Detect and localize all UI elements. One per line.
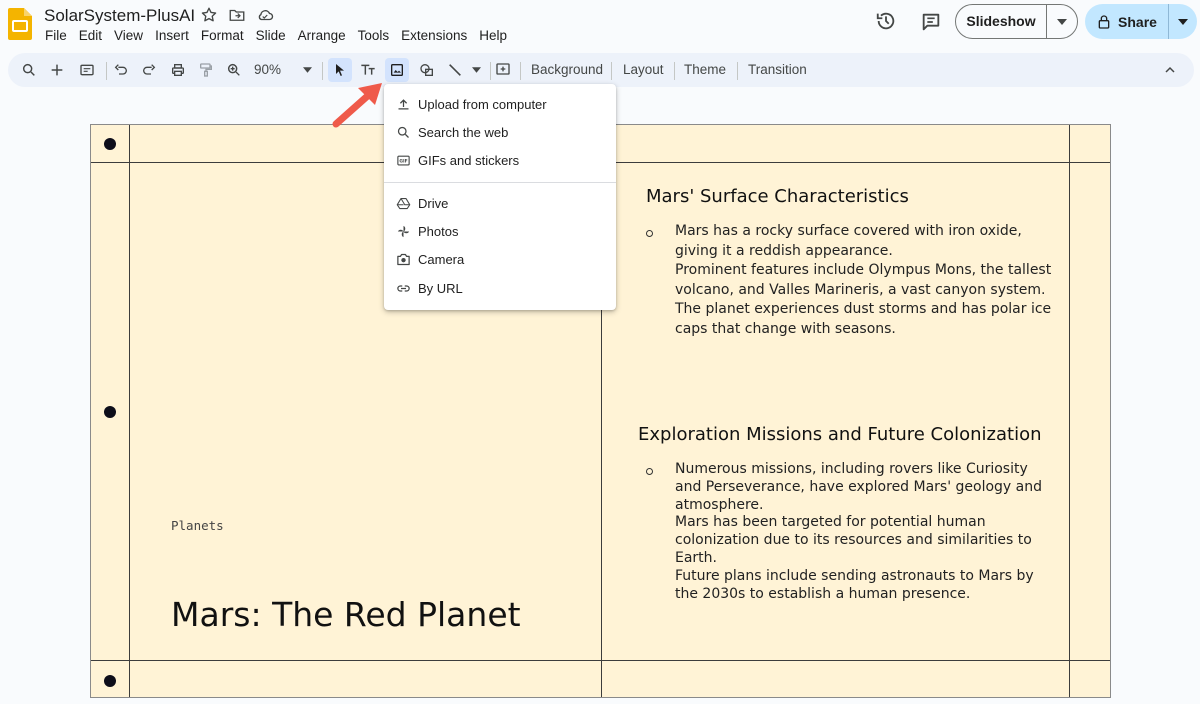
grid-line [1069,125,1070,697]
menu-tools[interactable]: Tools [358,28,398,44]
slide-overline[interactable]: Planets [171,518,224,533]
menu-help[interactable]: Help [479,28,515,44]
insert-image-menu: Upload from computer Search the web GIF … [384,84,616,310]
drive-icon [384,196,418,211]
share-button[interactable]: Share [1085,4,1197,39]
slideshow-button[interactable]: Slideshow [955,4,1078,39]
undo-icon[interactable] [112,53,130,87]
bullet-icon [646,230,653,237]
move-folder-icon[interactable] [228,6,246,29]
red-arrow-annotation [328,80,388,132]
body-line: Mars has been targeted for potential hum… [675,514,986,531]
zoom-icon[interactable] [225,53,243,87]
slideshow-label[interactable]: Slideshow [956,5,1047,38]
line-dropdown-icon[interactable] [470,53,482,87]
section-body-exploration[interactable]: Numerous missions, including rovers like… [675,461,1042,603]
body-line: the 2030s to establish a human presence. [675,585,971,602]
slide-title[interactable]: Mars: The Red Planet [171,595,521,634]
menu-bar: File Edit View Insert Format Slide Arran… [45,28,519,44]
insert-comment-icon[interactable] [494,53,512,87]
body-line: Earth. [675,549,717,566]
line-icon[interactable] [446,53,464,87]
body-line: volcano, and Valles Marineris, a vast ca… [675,281,1046,298]
slideshow-dropdown-icon[interactable] [1047,18,1077,25]
menu-item-gifs[interactable]: GIF GIFs and stickers [384,146,616,174]
grid-line [129,125,130,697]
menu-format[interactable]: Format [201,28,252,44]
new-slide-icon[interactable] [48,53,66,87]
menu-edit[interactable]: Edit [79,28,110,44]
redo-icon[interactable] [140,53,158,87]
link-icon [384,281,418,296]
section-heading-surface[interactable]: Mars' Surface Characteristics [646,186,909,207]
zoom-dropdown-icon[interactable] [301,53,313,87]
transition-button[interactable]: Transition [748,53,807,87]
section-heading-exploration[interactable]: Exploration Missions and Future Coloniza… [638,424,1042,445]
body-line: Future plans include sending astronauts … [675,567,1034,584]
body-line: The planet experiences dust storms and h… [675,301,1052,317]
decorative-dot [104,138,116,150]
decorative-dot [104,406,116,418]
menu-item-upload[interactable]: Upload from computer [384,90,616,118]
upload-icon [384,97,418,112]
menu-divider [384,182,616,183]
menu-file[interactable]: File [45,28,75,44]
share-label: Share [1118,13,1157,30]
select-tool-icon[interactable] [328,58,352,82]
comments-icon[interactable] [920,11,942,33]
collapse-toolbar-icon[interactable] [1162,53,1178,87]
shape-icon[interactable] [418,53,436,87]
body-line: Numerous missions, including rovers like… [675,461,1028,477]
section-body-surface[interactable]: Mars has a rocky surface covered with ir… [675,222,1051,339]
version-history-icon[interactable] [875,10,897,32]
layout-button[interactable]: Layout [623,53,664,87]
body-line: caps that change with seasons. [675,320,896,337]
svg-text:GIF: GIF [399,158,407,164]
menu-insert[interactable]: Insert [155,28,197,44]
share-dropdown-icon[interactable] [1169,18,1197,25]
body-line: colonization due to its resources and si… [675,532,1032,549]
document-title[interactable]: SolarSystem-PlusAI [44,6,195,26]
lock-icon [1098,14,1110,29]
menu-item-photos[interactable]: Photos [384,217,616,245]
slides-logo[interactable] [8,8,32,40]
zoom-level[interactable]: 90% [254,53,281,87]
toolbar: 90% Background Layout Theme Transition [8,53,1194,87]
slide-layout-icon[interactable] [78,53,96,87]
bullet-icon [646,468,653,475]
menu-view[interactable]: View [114,28,151,44]
search-menus-icon[interactable] [20,53,38,87]
menu-slide[interactable]: Slide [256,28,294,44]
paint-format-icon[interactable] [197,53,215,87]
decorative-dot [104,675,116,687]
menu-item-search-web[interactable]: Search the web [384,118,616,146]
body-line: giving it a reddish appearance. [675,242,893,259]
search-icon [384,125,418,140]
menu-item-camera[interactable]: Camera [384,245,616,273]
theme-button[interactable]: Theme [684,53,726,87]
body-line: Mars has a rocky surface covered with ir… [675,223,1022,239]
body-line: and Perseverance, have explored Mars' ge… [675,478,1043,495]
menu-item-by-url[interactable]: By URL [384,274,616,302]
menu-extensions[interactable]: Extensions [401,28,475,44]
cloud-saved-icon[interactable] [256,6,274,29]
menu-item-drive[interactable]: Drive [384,189,616,217]
background-button[interactable]: Background [531,53,603,87]
photos-icon [384,224,418,239]
gif-icon: GIF [384,153,418,168]
insert-image-icon[interactable] [385,58,409,82]
body-line: atmosphere. [675,496,764,513]
star-icon[interactable] [200,6,218,29]
camera-icon [384,252,418,267]
body-line: Prominent features include Olympus Mons,… [675,262,1052,278]
menu-arrange[interactable]: Arrange [298,28,354,44]
print-icon[interactable] [169,53,187,87]
